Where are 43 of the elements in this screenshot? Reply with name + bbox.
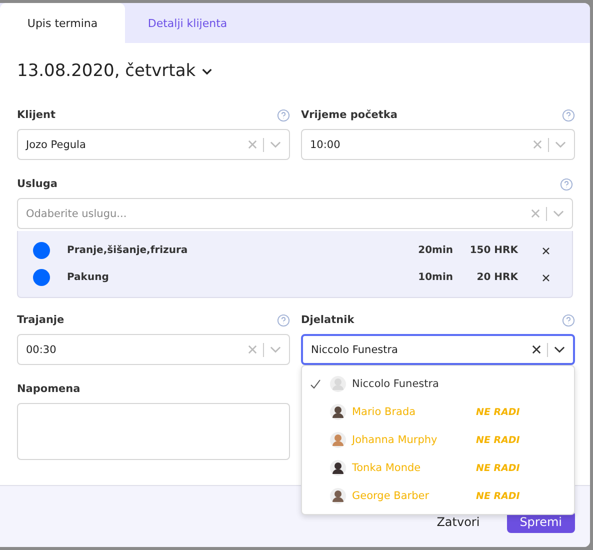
field-label: Trajanje [17,314,64,326]
remove-icon[interactable] [542,246,550,254]
tab[interactable]: Detalji klijenta [125,3,250,43]
note-field[interactable] [17,403,290,460]
help-icon[interactable] [277,108,290,122]
service-duration: 10min [417,272,453,283]
field-label: Napomena [17,383,80,395]
avatar-icon [330,376,346,392]
staff-name: Tonka Monde [352,462,422,474]
staff-name: George Barber [352,490,430,502]
avatar-icon [330,460,346,476]
help-icon[interactable] [562,314,575,326]
avatar-icon [330,404,346,420]
close-button[interactable]: Zatvori [424,511,493,533]
help-icon[interactable] [277,314,290,326]
service-name: Pakung [67,272,110,283]
chevron-down-icon[interactable] [554,346,565,353]
field-label: Vrijeme početka [301,109,398,121]
clear-icon[interactable] [532,345,541,354]
chevron-down-icon[interactable] [202,68,212,74]
help-icon[interactable] [562,108,575,122]
service-price: 20 HRK [476,272,518,283]
help-icon[interactable] [560,178,573,190]
status-label: NE RADI [476,434,520,446]
staff-name: Niccolo Funestra [352,378,440,390]
service-duration: 20min [417,245,453,256]
staff-select[interactable]: Niccolo Funestra [301,334,575,365]
tab[interactable]: Upis termina [0,3,125,43]
avatar-icon [330,432,346,448]
field-label: Klijent [17,109,56,121]
status-label: NE RADI [476,490,520,502]
dropdown-option[interactable]: Niccolo Funestra [302,370,574,398]
status-label: NE RADI [476,462,520,474]
date-title: 13.08.2020, četvrtak [17,61,196,81]
remove-icon[interactable] [542,274,550,282]
service-price: 150 HRK [468,245,518,256]
avatar-icon [330,488,346,504]
field-label: Usluga [17,178,58,190]
field-label: Djelatnik [301,314,354,326]
status-label: NE RADI [476,406,520,418]
staff-name: Mario Brada [352,406,417,418]
staff-name: Johanna Murphy [352,434,438,446]
service-name: Pranje,šišanje,frizura [67,245,189,256]
